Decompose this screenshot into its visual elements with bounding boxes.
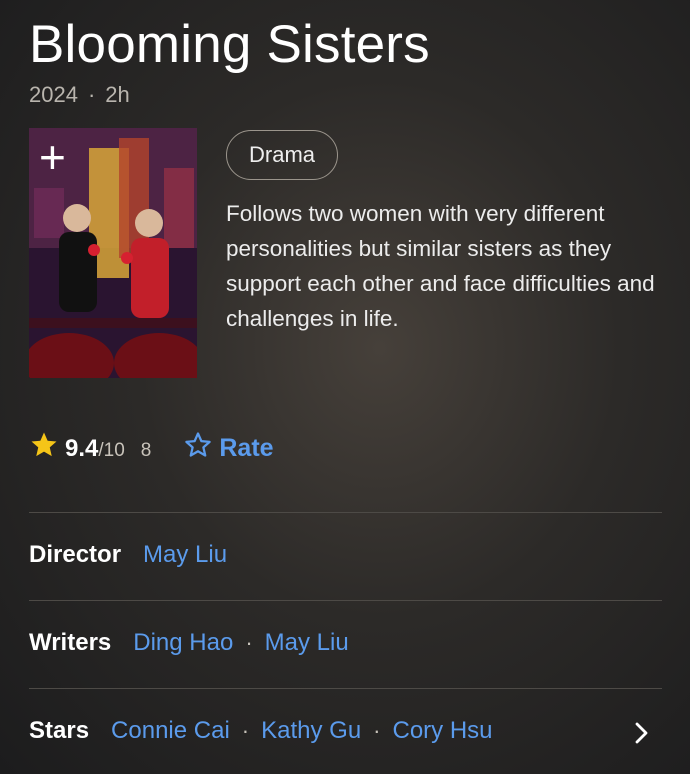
- divider: [29, 512, 662, 513]
- separator-dot: ·: [87, 82, 96, 107]
- star-filled-icon: [31, 432, 57, 457]
- star-link[interactable]: Kathy Gu: [261, 717, 361, 745]
- separator-dot: ·: [245, 630, 253, 655]
- genre-chip[interactable]: Drama: [226, 130, 339, 180]
- rate-label: Rate: [219, 434, 274, 462]
- star-link[interactable]: Cory Hsu: [393, 717, 493, 745]
- meta-line: 2024 · 2h: [29, 82, 130, 108]
- stars-label: Stars: [29, 717, 90, 744]
- star-outline-icon: [185, 432, 212, 457]
- rating-count: 8: [140, 440, 152, 461]
- rating-score: 9.4: [65, 435, 99, 462]
- chevron-right-icon[interactable]: [634, 720, 650, 746]
- add-to-watchlist-icon[interactable]: +: [39, 134, 66, 180]
- star-link[interactable]: Connie Cai: [111, 717, 230, 745]
- rating-row: 9.4 /10 8 Rate: [29, 426, 274, 463]
- writers-row[interactable]: Writers Ding Hao · May Liu: [29, 629, 349, 657]
- director-label: Director: [29, 541, 122, 568]
- rate-button[interactable]: Rate: [183, 426, 274, 463]
- writer-link[interactable]: Ding Hao: [133, 629, 233, 657]
- rating-out-of: /10: [98, 440, 125, 461]
- duration: 2h: [105, 82, 130, 107]
- writers-label: Writers: [29, 629, 112, 656]
- director-link[interactable]: May Liu: [143, 541, 227, 569]
- poster[interactable]: +: [29, 128, 197, 378]
- year: 2024: [29, 82, 78, 107]
- description: Follows two women with very different pe…: [226, 201, 655, 331]
- divider: [29, 688, 662, 689]
- page-title: Blooming Sisters: [29, 15, 430, 74]
- separator-dot: ·: [373, 718, 381, 743]
- writer-link[interactable]: May Liu: [265, 629, 349, 657]
- stars-row[interactable]: Stars Connie Cai · Kathy Gu · Cory Hsu: [29, 717, 493, 745]
- director-row[interactable]: Director May Liu: [29, 541, 227, 569]
- divider: [29, 600, 662, 601]
- separator-dot: ·: [241, 718, 250, 743]
